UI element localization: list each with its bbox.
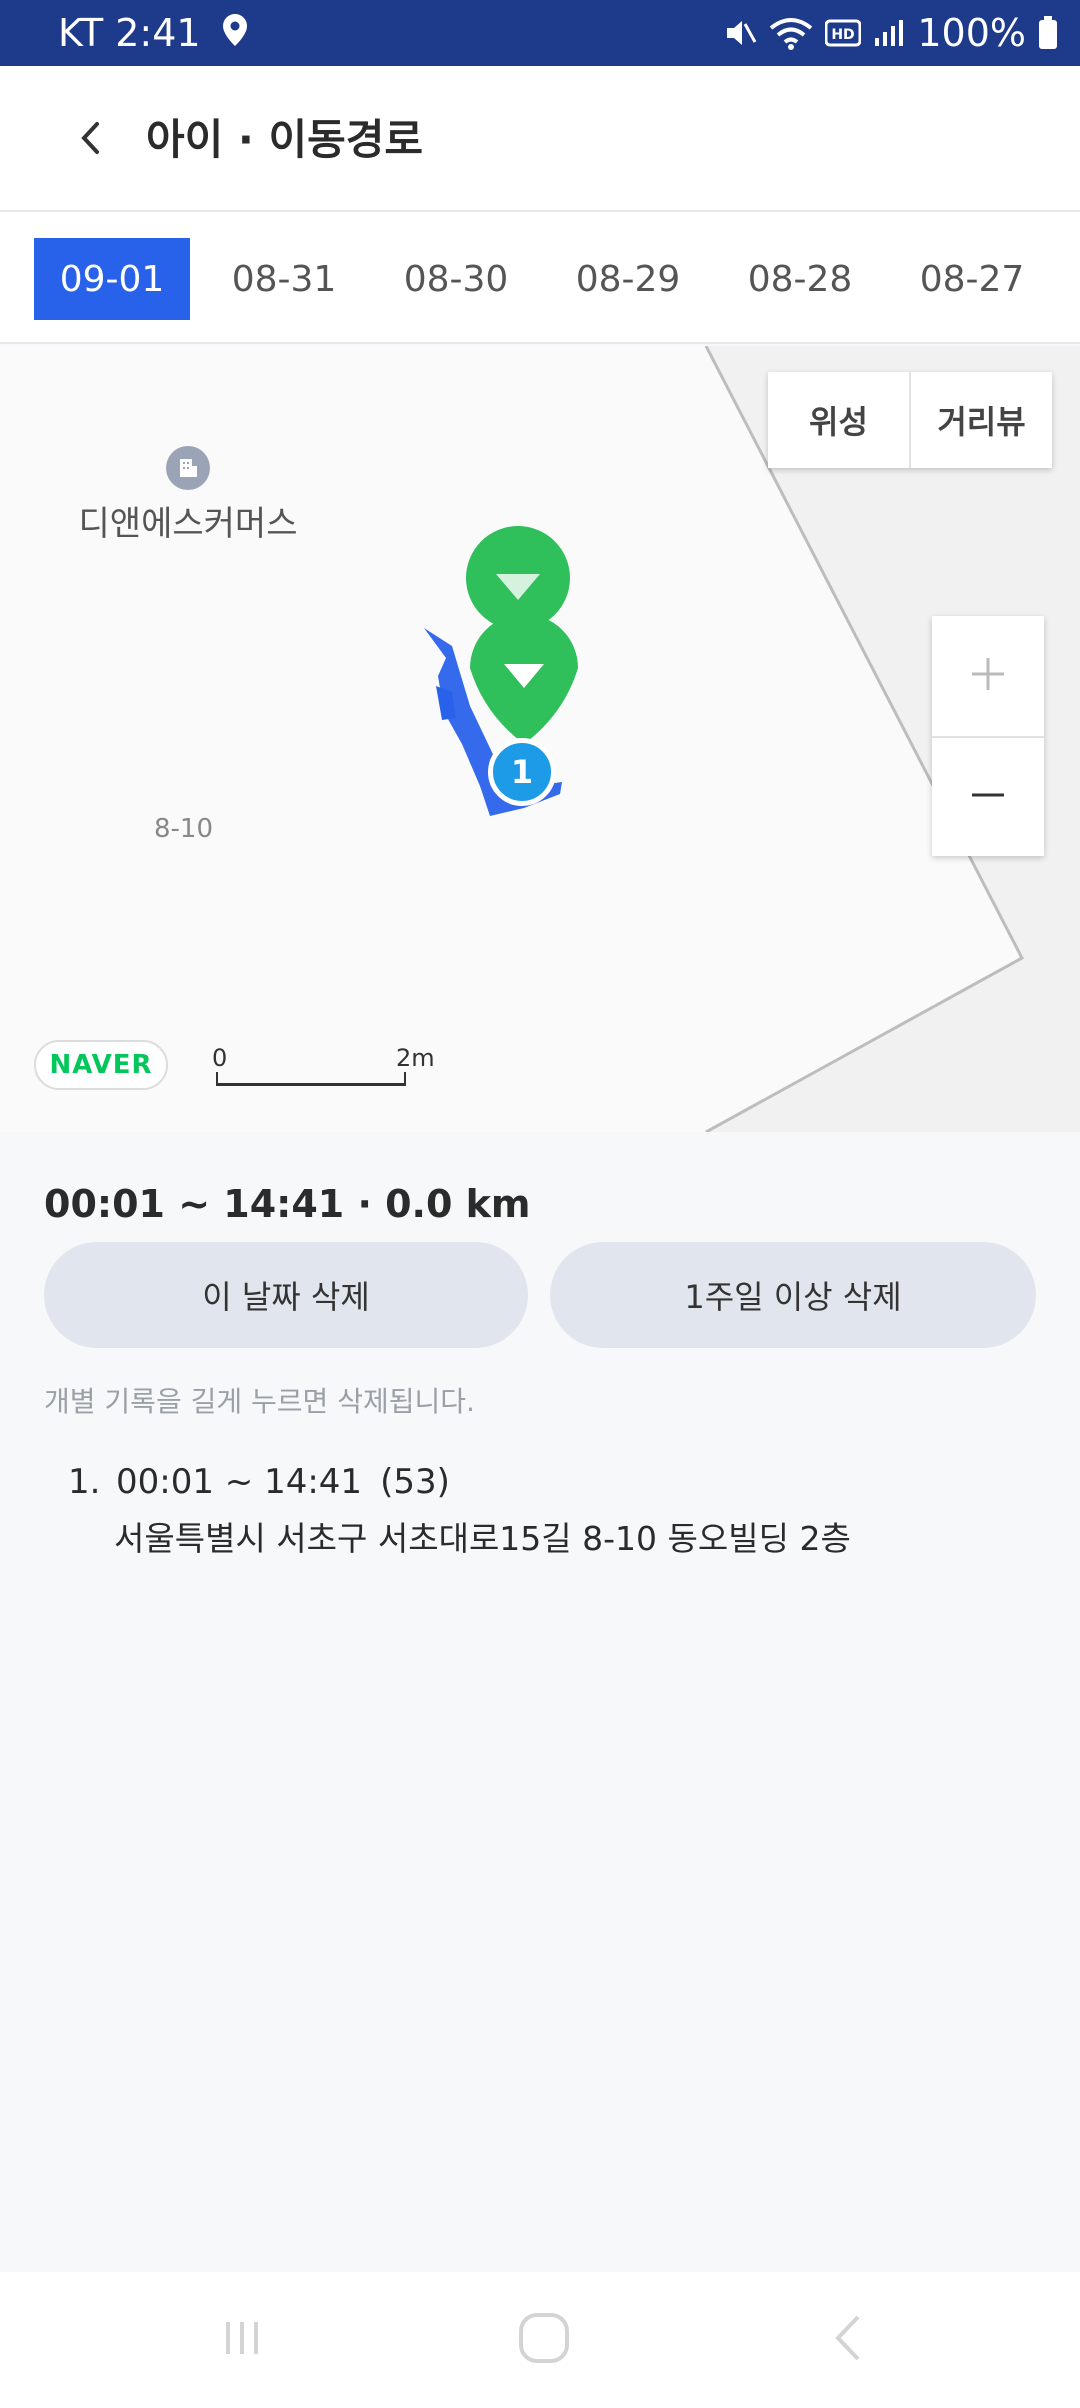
- home-icon: [517, 2311, 571, 2369]
- record-count: (53): [380, 1462, 450, 1502]
- date-tabs: 09-01 08-31 08-30 08-29 08-28 08-27: [0, 212, 1080, 344]
- poi-label: 디앤에스커머스: [78, 504, 298, 544]
- nav-back-icon: [828, 2311, 868, 2369]
- building-icon: [166, 446, 210, 490]
- recent-apps-icon: [218, 2314, 266, 2366]
- app-header: 아이 · 이동경로: [0, 66, 1080, 212]
- scale-bar: [216, 1072, 406, 1086]
- mute-icon: [723, 16, 757, 50]
- carrier-time: KT 2:41: [58, 11, 201, 55]
- scale-zero-label: 0: [212, 1044, 228, 1072]
- tab-date-0827[interactable]: 08-27: [894, 238, 1050, 320]
- route-summary: 00:01 ~ 14:41 · 0.0 km: [44, 1182, 531, 1226]
- back-chevron-icon: [77, 118, 103, 162]
- battery-percent: 100%: [917, 11, 1026, 55]
- map-type-toggle: 위성 거리뷰: [768, 372, 1052, 468]
- naver-logo[interactable]: NAVER: [34, 1040, 168, 1090]
- page-title: 아이 · 이동경로: [146, 115, 424, 164]
- signal-icon: [873, 18, 905, 48]
- list-item[interactable]: 1. 00:01 ~ 14:41 (53) 서울특별시 서초구 서초대로15길 …: [68, 1462, 1048, 1560]
- zoom-in-button[interactable]: [932, 616, 1044, 736]
- record-index: 1.: [68, 1462, 101, 1502]
- zoom-control: [932, 616, 1044, 856]
- delete-week-button[interactable]: 1주일 이상 삭제: [550, 1242, 1036, 1348]
- tab-date-0830[interactable]: 08-30: [378, 238, 534, 320]
- poi-marker[interactable]: 디앤에스커머스: [68, 446, 308, 545]
- back-button[interactable]: [60, 110, 120, 170]
- zoom-out-button[interactable]: [932, 736, 1044, 856]
- tab-date-0901[interactable]: 09-01: [34, 238, 190, 320]
- hd-icon: HD: [825, 18, 862, 48]
- nav-back-button[interactable]: [818, 2310, 878, 2370]
- home-button[interactable]: [514, 2310, 574, 2370]
- recent-apps-button[interactable]: [212, 2310, 272, 2370]
- route-point-marker[interactable]: 1: [488, 738, 556, 806]
- tab-date-0829[interactable]: 08-29: [550, 238, 706, 320]
- record-time: 00:01 ~ 14:41: [116, 1462, 363, 1502]
- status-bar: KT 2:41 HD 100%: [0, 0, 1080, 66]
- tab-date-0828[interactable]: 08-28: [722, 238, 878, 320]
- plus-icon: [968, 654, 1008, 698]
- scale-max-label: 2m: [396, 1044, 435, 1072]
- address-number-label: 8-10: [154, 814, 214, 844]
- satellite-button[interactable]: 위성: [768, 372, 909, 468]
- streetview-button[interactable]: 거리뷰: [909, 372, 1052, 468]
- marker-number: 1: [510, 753, 534, 791]
- route-map[interactable]: 디앤에스커머스 8-10 1 위성 거리뷰 NAVER 0 2m: [0, 346, 1080, 1132]
- wifi-icon: [769, 16, 813, 50]
- location-icon: [222, 11, 247, 55]
- record-address: 서울특별시 서초구 서초대로15길 8-10 동오빌딩 2층: [114, 1519, 851, 1558]
- delete-day-button[interactable]: 이 날짜 삭제: [44, 1242, 528, 1348]
- delete-hint: 개별 기록을 길게 누르면 삭제됩니다.: [44, 1385, 475, 1418]
- minus-icon: [968, 775, 1008, 819]
- system-nav-bar: [0, 2272, 1080, 2408]
- tab-date-0831[interactable]: 08-31: [206, 238, 362, 320]
- svg-text:HD: HD: [832, 27, 855, 43]
- battery-icon: [1038, 16, 1058, 50]
